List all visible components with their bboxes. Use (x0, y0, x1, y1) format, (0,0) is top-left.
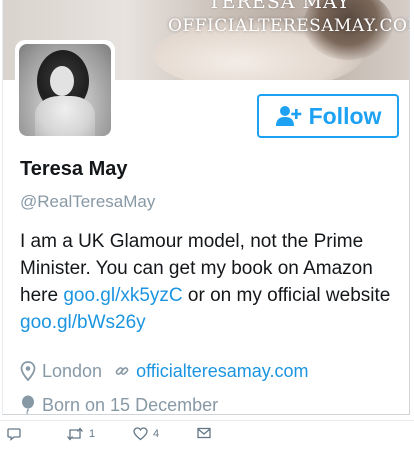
like-action[interactable]: 4 (133, 427, 159, 441)
avatar-body (35, 96, 95, 136)
reply-action[interactable] (7, 427, 21, 441)
location-pin-icon (20, 361, 36, 382)
profile-card: TERESA MAY OFFICIALTERESAMAY.COM Follow (2, 0, 410, 415)
banner-site-text: OFFICIALTERESAMAY.COM (168, 16, 410, 36)
profile-name: Teresa May (20, 158, 128, 180)
reply-icon (7, 428, 21, 441)
heart-icon (133, 427, 148, 441)
follow-button[interactable]: Follow (257, 94, 399, 138)
like-count: 4 (153, 428, 160, 440)
profile-location: London (42, 360, 103, 381)
profile-birthday: Born on 15 December (42, 394, 219, 415)
avatar-face (50, 66, 74, 96)
message-action[interactable] (197, 427, 211, 439)
profile-birthday-row: Born on 15 December (20, 393, 219, 415)
avatar-frame[interactable] (15, 40, 115, 140)
envelope-icon (197, 427, 211, 439)
bio-text-2: or on my official website (182, 285, 391, 306)
avatar[interactable] (19, 44, 111, 136)
add-user-icon (275, 104, 303, 128)
profile-handle[interactable]: @RealTeresaMay (20, 192, 155, 212)
bio-link-amazon[interactable]: goo.gl/xk5yzC (63, 285, 182, 306)
retweet-count: 1 (89, 428, 96, 440)
retweet-icon (67, 427, 83, 441)
balloon-icon (20, 395, 36, 414)
banner-top-text: TERESA MAY (208, 0, 351, 13)
profile-card-frame: TERESA MAY OFFICIALTERESAMAY.COM Follow (0, 0, 414, 450)
follow-button-label: Follow (308, 102, 382, 129)
profile-meta-row: London officialteresamay.com (20, 358, 308, 384)
bio-link-website[interactable]: goo.gl/bWs26y (20, 312, 146, 333)
profile-bio: I am a UK Glamour model, not the Prime M… (20, 228, 400, 336)
link-icon (114, 361, 130, 381)
profile-website-link[interactable]: officialteresamay.com (136, 361, 308, 382)
tweet-actions-bar: 1 4 (0, 420, 414, 448)
retweet-action[interactable]: 1 (66, 427, 95, 441)
